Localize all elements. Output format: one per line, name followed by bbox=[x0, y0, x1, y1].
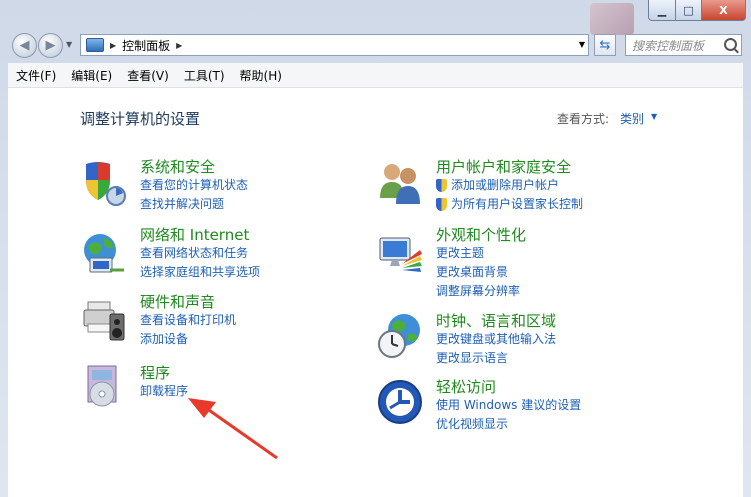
red-arrow-annotation bbox=[188, 398, 278, 460]
